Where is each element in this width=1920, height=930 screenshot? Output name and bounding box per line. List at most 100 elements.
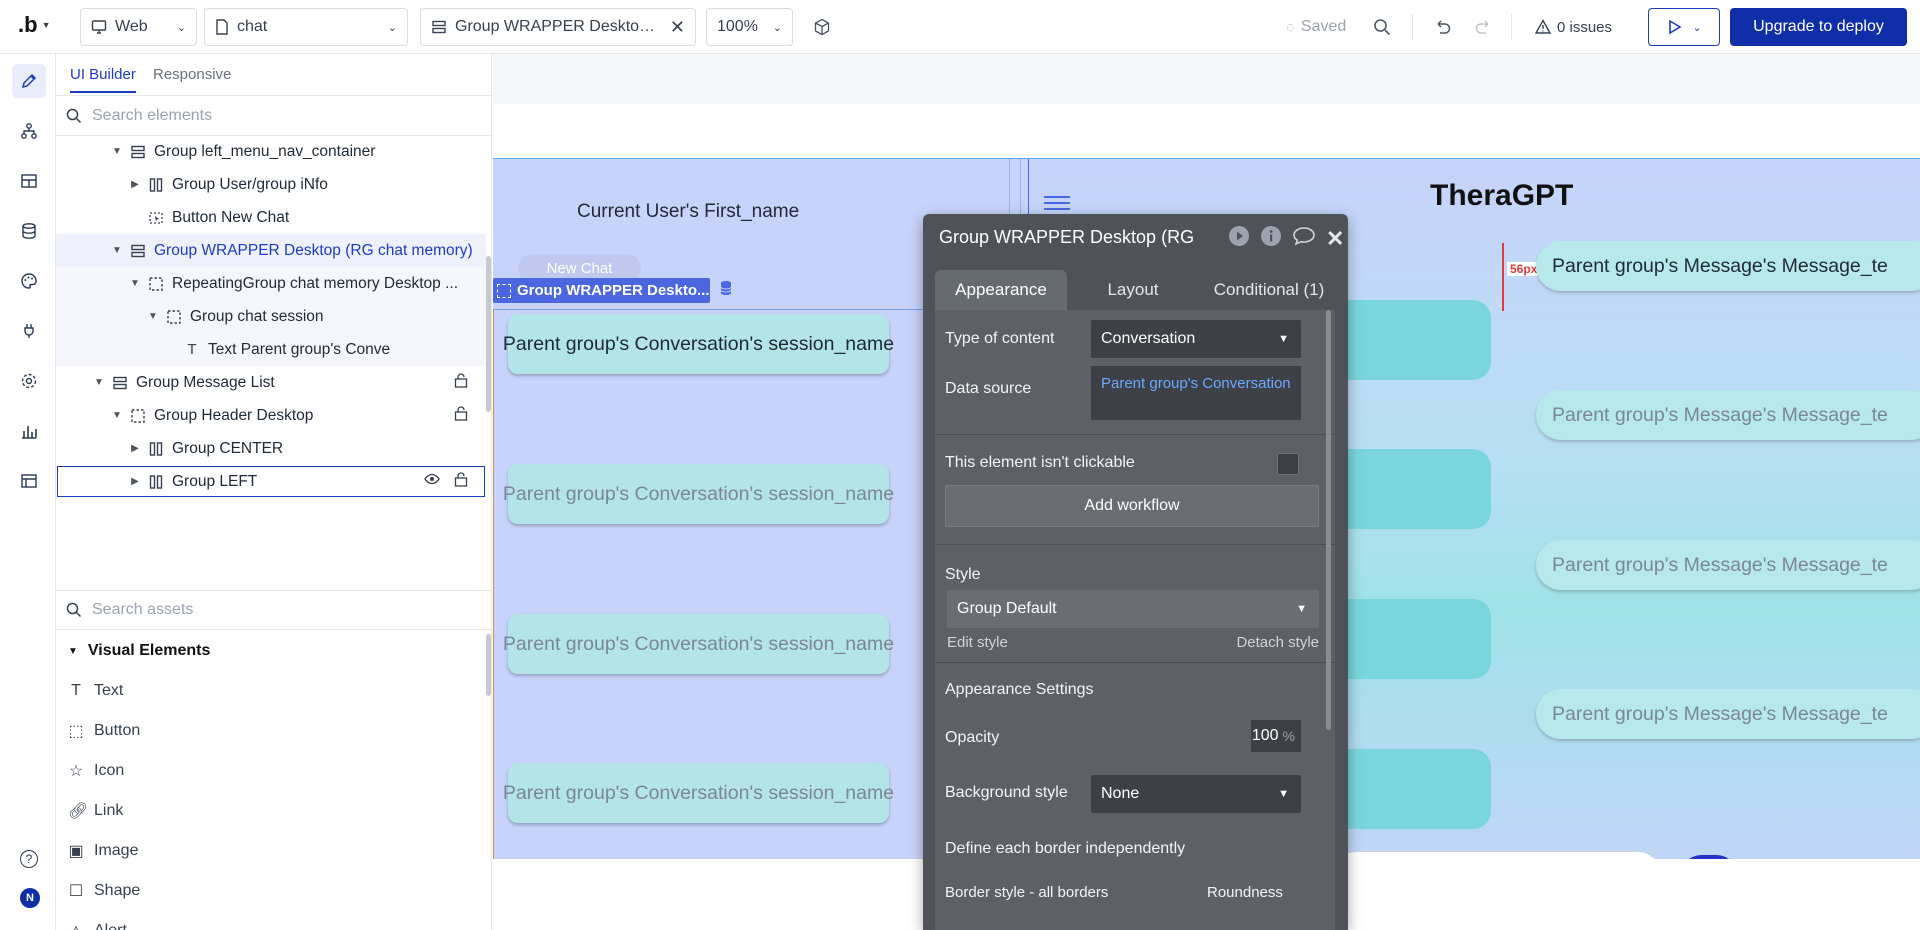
tree-item[interactable]: ▼ Group chat session bbox=[56, 300, 486, 333]
comment-icon[interactable] bbox=[1292, 225, 1316, 252]
close-icon[interactable]: ✕ bbox=[1326, 226, 1344, 252]
tree-item[interactable]: ▶ Group User/group iNfo bbox=[56, 168, 486, 201]
session-item[interactable]: Parent group's Conversation's session_na… bbox=[503, 314, 894, 374]
link-icon: 🔗︎ bbox=[68, 803, 89, 820]
not-clickable-checkbox[interactable] bbox=[1277, 453, 1299, 475]
tree-item[interactable]: ▼ RepeatingGroup chat memory Desktop ... bbox=[56, 267, 486, 300]
selected-element-tag[interactable]: Group WRAPPER Deskto... bbox=[493, 278, 710, 303]
tab-conditional[interactable]: Conditional (1) bbox=[1199, 270, 1339, 310]
undo-icon[interactable] bbox=[1434, 8, 1452, 46]
element-select[interactable]: Group WRAPPER Desktop (... ✕ bbox=[420, 8, 696, 46]
tab-appearance[interactable]: Appearance bbox=[935, 270, 1067, 310]
close-icon[interactable]: ✕ bbox=[670, 17, 685, 38]
preview-3d-icon[interactable] bbox=[813, 8, 831, 46]
tree-item-label: Group Message List bbox=[136, 373, 275, 391]
visual-elements-header[interactable]: ▼ Visual Elements bbox=[56, 631, 486, 671]
property-editor[interactable]: Group WRAPPER Desktop (RG ch ✕ Appearanc… bbox=[923, 214, 1348, 930]
assets-scrollbar[interactable] bbox=[486, 634, 491, 696]
redo-icon[interactable] bbox=[1474, 8, 1492, 46]
message-item[interactable]: Parent group's Message's Message_te bbox=[1536, 390, 1920, 440]
lock-icon[interactable] bbox=[454, 471, 468, 492]
detach-style-link[interactable]: Detach style bbox=[1236, 634, 1319, 651]
search-icon[interactable] bbox=[1373, 8, 1391, 46]
edit-style-link[interactable]: Edit style bbox=[947, 634, 1008, 651]
asset-shape[interactable]: ☐ Shape bbox=[56, 871, 486, 911]
asset-image[interactable]: ▣ Image bbox=[56, 831, 486, 871]
opacity-input[interactable]: 100 % bbox=[1251, 720, 1301, 752]
chart-icon[interactable] bbox=[12, 414, 46, 448]
style-select[interactable]: Group Default ▼ bbox=[947, 590, 1319, 628]
type-of-content-select[interactable]: Conversation ▼ bbox=[1091, 320, 1301, 358]
caret-down-icon[interactable]: ▼ bbox=[128, 278, 142, 289]
border-independent-checkbox[interactable] bbox=[1277, 840, 1299, 862]
stack-icon bbox=[130, 144, 146, 160]
editor-header[interactable]: Group WRAPPER Desktop (RG ch ✕ bbox=[923, 214, 1348, 260]
data-source-expression[interactable]: Parent group's Conversation bbox=[1091, 366, 1301, 420]
message-item[interactable]: Parent group's Message's Message_te bbox=[1536, 689, 1920, 739]
caret-down-icon[interactable]: ▼ bbox=[110, 410, 124, 421]
tree-item[interactable]: ▼ Group left_menu_nav_container bbox=[56, 135, 486, 168]
background-style-select[interactable]: None ▼ bbox=[1091, 775, 1301, 813]
search-assets[interactable]: Search assets bbox=[56, 590, 491, 630]
table-icon[interactable] bbox=[12, 464, 46, 498]
page-select[interactable]: chat ⌄ bbox=[204, 8, 408, 46]
session-item[interactable]: Parent group's Conversation's session_na… bbox=[503, 763, 894, 823]
platform-select[interactable]: Web ⌄ bbox=[80, 8, 197, 46]
app-logo-menu[interactable]: .b ▼ bbox=[18, 12, 50, 38]
zoom-select[interactable]: 100% ⌄ bbox=[706, 8, 793, 46]
tree-item[interactable]: ▼ Group Message List bbox=[56, 366, 486, 399]
type-of-content-value: Conversation bbox=[1101, 330, 1196, 347]
caret-down-icon[interactable]: ▼ bbox=[146, 311, 160, 322]
asset-text[interactable]: T Text bbox=[56, 671, 486, 711]
caret-right-icon[interactable]: ▶ bbox=[128, 179, 142, 190]
palette-icon[interactable] bbox=[12, 264, 46, 298]
session-item[interactable]: Parent group's Conversation's session_na… bbox=[503, 464, 894, 524]
upgrade-deploy-button[interactable]: Upgrade to deploy bbox=[1730, 8, 1907, 46]
columns-icon bbox=[148, 177, 164, 193]
preview-button[interactable]: ⌄ bbox=[1648, 8, 1720, 46]
app-title[interactable]: TheraGPT bbox=[1430, 179, 1573, 213]
tab-responsive[interactable]: Responsive bbox=[153, 66, 231, 83]
issues-button[interactable]: 0 issues bbox=[1535, 8, 1612, 46]
asset-button[interactable]: ⬚ Button bbox=[56, 711, 486, 751]
search-elements[interactable]: Search elements bbox=[56, 96, 491, 136]
tree-item[interactable]: ▼ Group WRAPPER Desktop (RG chat memory) bbox=[56, 234, 486, 267]
workflow-icon[interactable] bbox=[12, 114, 46, 148]
design-tab-pencil-icon[interactable] bbox=[12, 64, 46, 98]
tree-item[interactable]: ▶ Group CENTER bbox=[56, 432, 486, 465]
help-icon[interactable]: ? bbox=[12, 842, 46, 876]
info-icon[interactable] bbox=[1260, 225, 1282, 252]
avatar[interactable]: N bbox=[20, 888, 40, 908]
database-icon[interactable] bbox=[719, 280, 735, 300]
caret-down-icon[interactable]: ▼ bbox=[110, 146, 124, 157]
caret-right-icon[interactable]: ▶ bbox=[128, 443, 142, 454]
asset-icon[interactable]: ☆ Icon bbox=[56, 751, 486, 791]
platform-value: Web bbox=[115, 18, 148, 35]
eye-icon[interactable] bbox=[424, 471, 440, 492]
tab-layout[interactable]: Layout bbox=[1073, 270, 1193, 310]
add-workflow-button[interactable]: Add workflow bbox=[945, 485, 1319, 527]
tree-item[interactable]: ▶ Group LEFT bbox=[56, 465, 486, 498]
lock-icon[interactable] bbox=[454, 372, 468, 393]
caret-right-icon[interactable]: ▶ bbox=[128, 476, 142, 487]
settings-icon[interactable] bbox=[12, 364, 46, 398]
plugin-icon[interactable] bbox=[12, 314, 46, 348]
asset-link[interactable]: 🔗︎ Link bbox=[56, 791, 486, 831]
caret-down-icon[interactable]: ▼ bbox=[92, 377, 106, 388]
play-circle-icon[interactable] bbox=[1228, 225, 1250, 252]
tab-ui-builder[interactable]: UI Builder bbox=[70, 66, 136, 93]
session-item[interactable]: Parent group's Conversation's session_na… bbox=[503, 614, 894, 674]
message-item[interactable]: Parent group's Message's Message_te bbox=[1536, 540, 1920, 590]
caret-down-icon[interactable]: ▼ bbox=[110, 245, 124, 256]
lock-icon[interactable] bbox=[454, 405, 468, 426]
editor-scrollbar[interactable] bbox=[1326, 310, 1331, 730]
asset-alert[interactable]: △ Alert bbox=[56, 911, 486, 930]
database-icon[interactable] bbox=[12, 214, 46, 248]
message-item[interactable]: Parent group's Message's Message_te bbox=[1536, 241, 1920, 291]
tree-item[interactable]: T Text Parent group's Conve bbox=[56, 333, 486, 366]
tree-scrollbar[interactable] bbox=[486, 256, 491, 412]
layout-icon[interactable] bbox=[12, 164, 46, 198]
tree-item[interactable]: ▼ Group Header Desktop bbox=[56, 399, 486, 432]
tree-item[interactable]: Button New Chat bbox=[56, 201, 486, 234]
current-user-name[interactable]: Current User's First_name bbox=[577, 201, 799, 223]
